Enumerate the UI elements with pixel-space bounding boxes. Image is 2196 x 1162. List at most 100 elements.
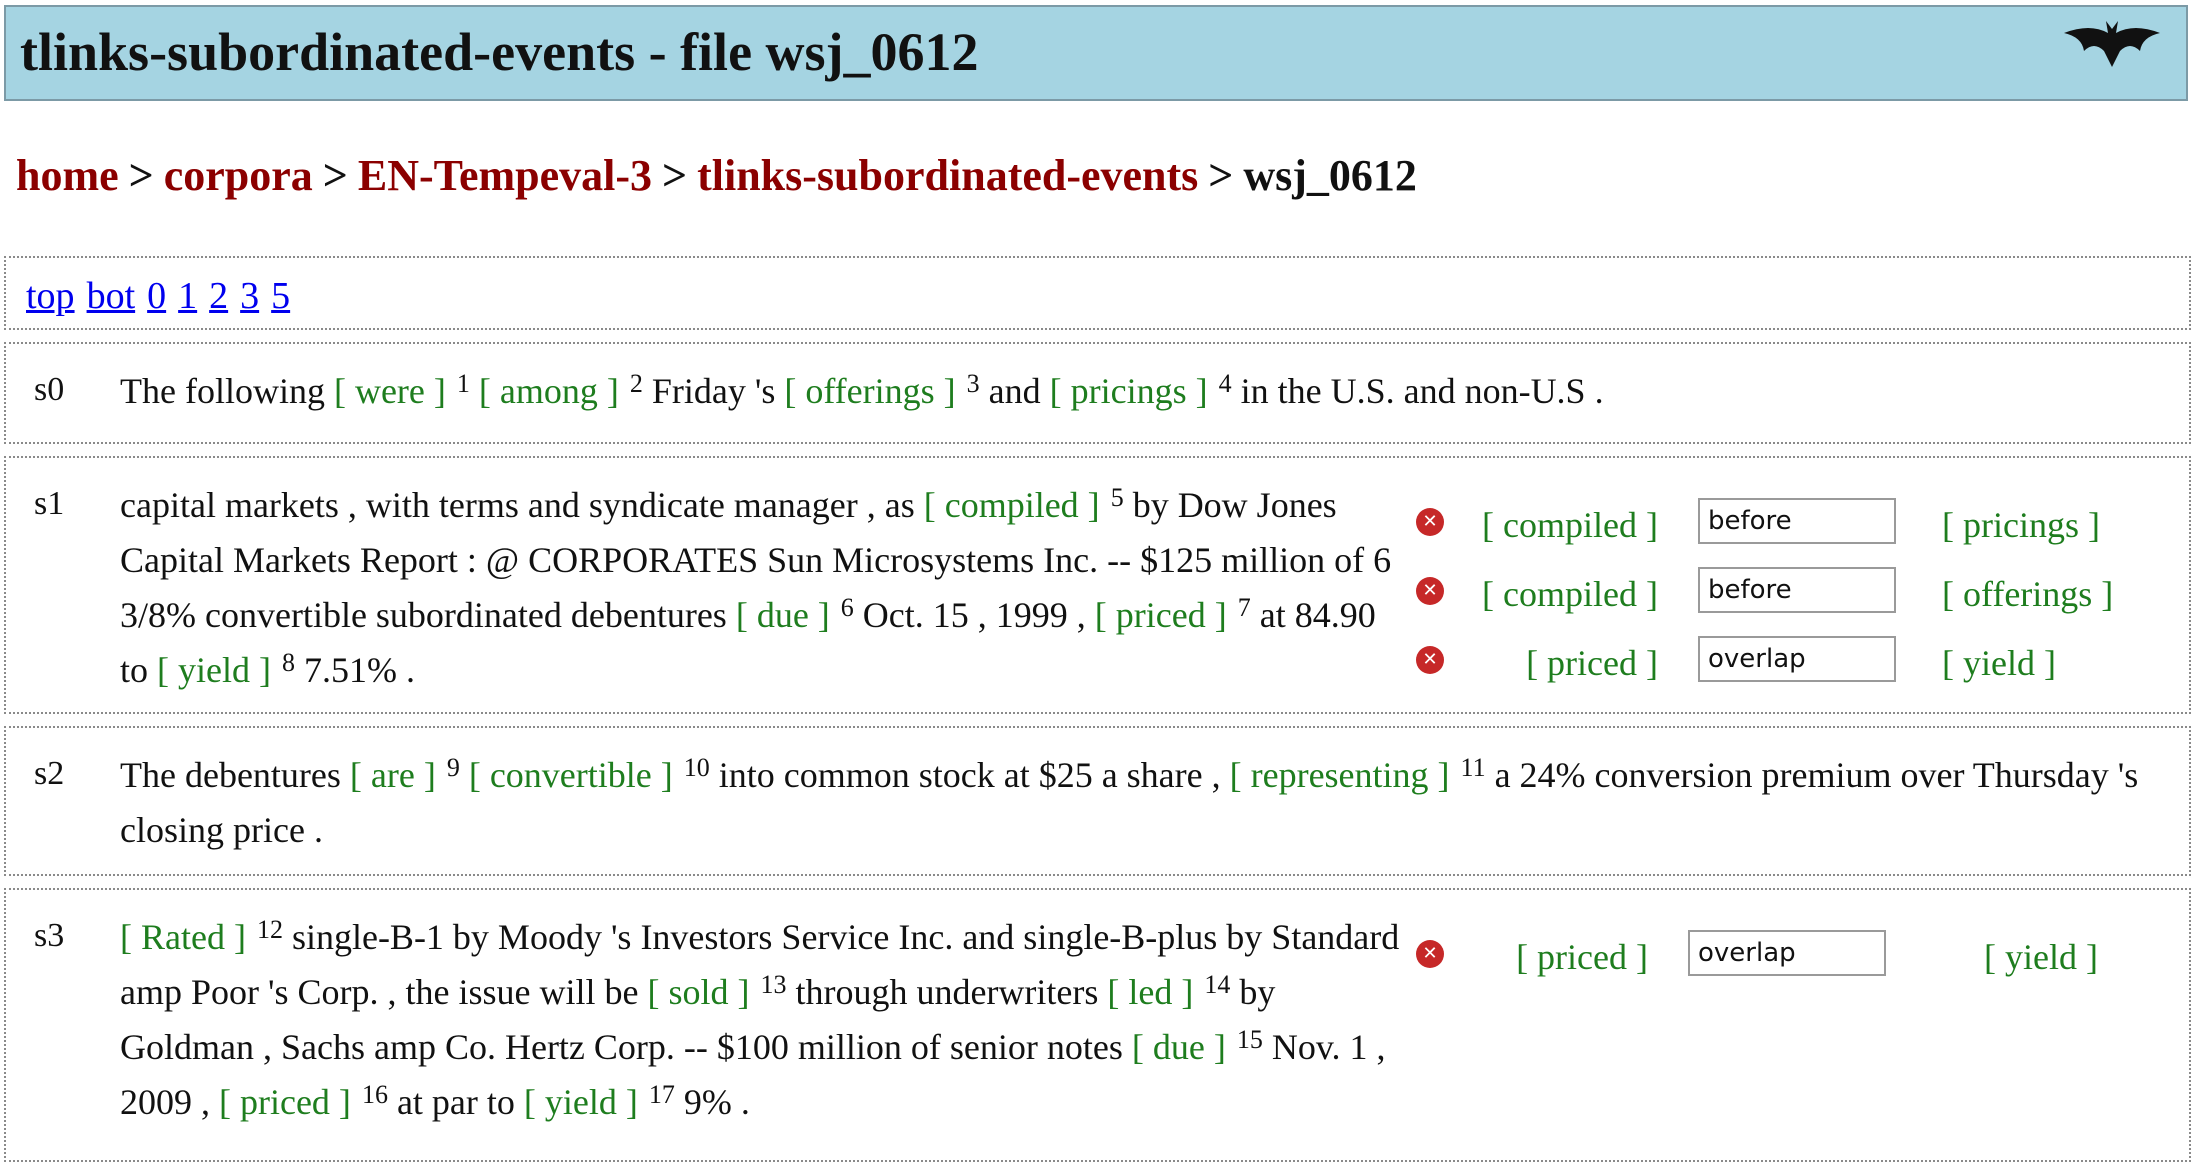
breadcrumb-task[interactable]: tlinks-subordinated-events: [697, 151, 1198, 200]
tlink-row: ✕ [ priced ] [ yield ]: [1416, 930, 2146, 980]
event-token[interactable]: [ are ]: [350, 755, 436, 795]
tlink-source-event: [ priced ]: [1516, 937, 1648, 977]
event-index: 12: [256, 915, 283, 944]
sentence-fragment: The following: [120, 371, 334, 411]
sentence-text: The debentures [ are ] 9 [ convertible ]…: [120, 748, 2190, 858]
event-index: 17: [648, 1080, 675, 1109]
breadcrumb-separator: >: [1208, 151, 1234, 200]
tlink-row: ✕ [ priced ] [ yield ]: [1416, 636, 2146, 686]
event-index: 14: [1204, 970, 1231, 999]
event-index: 6: [840, 593, 854, 622]
sentence-fragment: capital markets , with terms and syndica…: [120, 485, 924, 525]
event-token[interactable]: [ offerings ]: [784, 371, 955, 411]
tlink-target-event: [ pricings ]: [1942, 505, 2100, 545]
event-index: 5: [1110, 483, 1124, 512]
sentence-s0: s0 The following [ were ] 1 [ among ] 2 …: [4, 342, 2191, 444]
breadcrumb-separator: >: [128, 151, 154, 200]
sentence-s2: s2 The debentures [ are ] 9 [ convertibl…: [4, 726, 2191, 876]
breadcrumb-corpus[interactable]: EN-Tempeval-3: [358, 151, 652, 200]
sentence-fragment: into common stock at $25 a share ,: [709, 755, 1230, 795]
nav-sentence-5-link[interactable]: 5: [271, 275, 290, 317]
breadcrumb-current-file: wsj_0612: [1243, 151, 1417, 200]
event-index: 4: [1218, 369, 1232, 398]
event-token[interactable]: [ due ]: [736, 595, 830, 635]
sentence-fragment: 7.51% .: [294, 650, 415, 690]
event-index: 11: [1460, 753, 1486, 782]
event-index: 1: [456, 369, 470, 398]
event-index: 16: [361, 1080, 388, 1109]
sentence-id: s2: [34, 755, 65, 792]
delete-tlink-icon[interactable]: ✕: [1416, 940, 1444, 968]
tlink-source-event: [ compiled ]: [1482, 574, 1658, 614]
nav-top-link[interactable]: top: [26, 275, 75, 317]
sentence-text: The following [ were ] 1 [ among ] 2 Fri…: [120, 364, 2180, 419]
sentence-text: [ Rated ] 12 single-B-1 by Moody 's Inve…: [120, 910, 1400, 1130]
tlink-relation-field[interactable]: [1698, 636, 1896, 682]
breadcrumb: home > corpora > EN-Tempeval-3 > tlinks-subord…: [16, 150, 1417, 201]
event-token[interactable]: [ due ]: [1132, 1027, 1226, 1067]
event-index: 7: [1237, 593, 1251, 622]
tlink-source-event: [ compiled ]: [1482, 505, 1658, 545]
sentence-fragment: and: [979, 371, 1050, 411]
event-token[interactable]: [ compiled ]: [924, 485, 1100, 525]
breadcrumb-separator: >: [322, 151, 348, 200]
nav-sentence-0-link[interactable]: 0: [147, 275, 166, 317]
tlink-target-event: [ yield ]: [1984, 937, 2098, 977]
event-index: 13: [760, 970, 787, 999]
tlink-relation-field[interactable]: [1698, 567, 1896, 613]
event-token[interactable]: [ yield ]: [157, 650, 271, 690]
sentence-id: s3: [34, 917, 65, 954]
event-token[interactable]: [ convertible ]: [469, 755, 673, 795]
breadcrumb-home[interactable]: home: [16, 151, 119, 200]
sentence-id: s0: [34, 371, 65, 408]
sentence-fragment: Oct. 15 , 1999 ,: [853, 595, 1095, 635]
tlink-row: ✕ [ compiled ] [ offerings ]: [1416, 567, 2146, 617]
sentence-fragment: 9% .: [674, 1082, 750, 1122]
sentence-navigation: top bot 0 1 2 3 5: [4, 256, 2191, 330]
tlink-source-event: [ priced ]: [1526, 643, 1658, 683]
event-token[interactable]: [ were ]: [334, 371, 446, 411]
sentence-s3: s3 [ Rated ] 12 single-B-1 by Moody 's I…: [4, 888, 2191, 1162]
delete-tlink-icon[interactable]: ✕: [1416, 508, 1444, 536]
event-index: 10: [683, 753, 710, 782]
bat-icon: [2064, 21, 2160, 67]
event-token[interactable]: [ led ]: [1107, 972, 1193, 1012]
event-index: 8: [281, 648, 295, 677]
event-token[interactable]: [ priced ]: [1095, 595, 1227, 635]
event-token[interactable]: [ sold ]: [647, 972, 749, 1012]
event-token[interactable]: [ among ]: [479, 371, 619, 411]
tlink-target-event: [ yield ]: [1942, 643, 2056, 683]
delete-tlink-icon[interactable]: ✕: [1416, 577, 1444, 605]
event-index: 9: [446, 753, 460, 782]
event-token[interactable]: [ priced ]: [219, 1082, 351, 1122]
event-token[interactable]: [ representing ]: [1230, 755, 1450, 795]
event-token[interactable]: [ yield ]: [524, 1082, 638, 1122]
nav-sentence-1-link[interactable]: 1: [178, 275, 197, 317]
tlink-relation-field[interactable]: [1698, 498, 1896, 544]
event-index: 15: [1236, 1025, 1263, 1054]
page-title: tlinks-subordinated-events - file wsj_06…: [20, 22, 979, 82]
sentence-fragment: The debentures: [120, 755, 350, 795]
breadcrumb-corpora[interactable]: corpora: [164, 151, 313, 200]
event-index: 3: [966, 369, 980, 398]
delete-tlink-icon[interactable]: ✕: [1416, 646, 1444, 674]
title-bar: tlinks-subordinated-events - file wsj_06…: [4, 5, 2188, 101]
nav-sentence-2-link[interactable]: 2: [209, 275, 228, 317]
sentence-fragment: [460, 755, 469, 795]
breadcrumb-separator: >: [662, 151, 688, 200]
event-index: 2: [629, 369, 643, 398]
tlink-row: ✕ [ compiled ] [ pricings ]: [1416, 498, 2146, 548]
sentence-fragment: at par to: [387, 1082, 524, 1122]
event-token[interactable]: [ pricings ]: [1050, 371, 1208, 411]
tlink-relation-field[interactable]: [1688, 930, 1886, 976]
sentence-text: capital markets , with terms and syndica…: [120, 478, 1400, 698]
nav-bottom-link[interactable]: bot: [87, 275, 136, 317]
tlink-target-event: [ offerings ]: [1942, 574, 2114, 614]
event-token[interactable]: [ Rated ]: [120, 917, 246, 957]
sentence-fragment: through underwriters: [786, 972, 1108, 1012]
sentence-fragment: Friday 's: [642, 371, 785, 411]
sentence-id: s1: [34, 485, 65, 522]
sentence-s1: s1 capital markets , with terms and synd…: [4, 456, 2191, 714]
nav-sentence-3-link[interactable]: 3: [240, 275, 259, 317]
sentence-fragment: in the U.S. and non-U.S .: [1231, 371, 1604, 411]
